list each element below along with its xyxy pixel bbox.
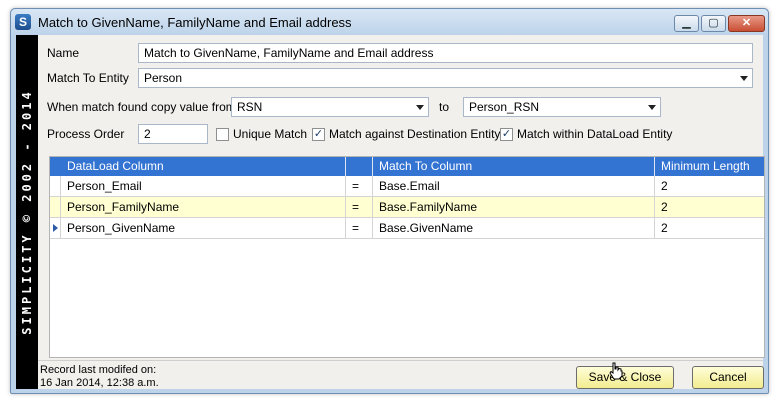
min-length-cell[interactable]: 2 — [655, 176, 764, 196]
minimize-button[interactable]: ▁ — [674, 15, 699, 32]
row-header[interactable] — [50, 218, 61, 238]
branding-sidebar: SIMPLICITY © 2002 - 2014 — [16, 35, 38, 389]
dialog-body: Name Match to GivenName, FamilyName and … — [38, 35, 765, 389]
save-close-button[interactable]: Save & Close — [576, 366, 674, 389]
process-order-label: Process Order — [47, 127, 125, 141]
entity-select-value: Person — [144, 71, 183, 85]
chevron-down-icon — [416, 105, 424, 110]
copy-from-value: RSN — [237, 100, 263, 114]
name-input[interactable]: Match to GivenName, FamilyName and Email… — [138, 43, 753, 63]
operator-cell[interactable]: = — [346, 176, 373, 196]
last-modified-value: 16 Jan 2014, 12:38 a.m. — [40, 377, 159, 389]
operator-cell[interactable]: = — [346, 218, 373, 238]
row-header[interactable] — [50, 197, 61, 217]
chevron-down-icon — [648, 105, 656, 110]
name-label: Name — [47, 46, 80, 60]
match-destination-checkbox[interactable]: ✓ — [312, 128, 325, 141]
table-row[interactable]: Person_Email = Base.Email 2 — [50, 176, 764, 197]
copy-from-select[interactable]: RSN — [231, 97, 429, 117]
dialog-window: S Match to GivenName, FamilyName and Ema… — [10, 8, 769, 394]
match-cell[interactable]: Base.Email — [373, 176, 655, 196]
current-row-pointer-icon — [53, 224, 58, 232]
unique-match-checkbox[interactable] — [216, 128, 229, 141]
entity-label: Match To Entity — [47, 71, 129, 85]
copy-to-select[interactable]: Person_RSN — [463, 97, 661, 117]
hand-cursor-icon — [609, 362, 623, 380]
app-icon: S — [15, 14, 31, 30]
close-button[interactable]: ✕ — [728, 15, 765, 32]
match-within-checkbox[interactable]: ✓ — [500, 128, 513, 141]
header-match-to-column[interactable]: Match To Column — [373, 157, 655, 176]
row-header[interactable] — [50, 176, 61, 196]
window-title: Match to GivenName, FamilyName and Email… — [38, 15, 352, 30]
copy-label: When match found copy value from — [47, 100, 236, 114]
match-destination-label: Match against Destination Entity — [329, 127, 501, 141]
grid-header: DataLoad Column Match To Column Minimum … — [50, 157, 764, 176]
header-minimum-length[interactable]: Minimum Length — [655, 157, 764, 176]
maximize-button[interactable]: ▢ — [701, 15, 726, 32]
title-bar[interactable]: S Match to GivenName, FamilyName and Ema… — [11, 9, 768, 35]
match-cell[interactable]: Base.GivenName — [373, 218, 655, 238]
table-row[interactable]: Person_GivenName = Base.GivenName 2 — [50, 218, 764, 239]
unique-match-label: Unique Match — [233, 127, 308, 141]
dataload-cell[interactable]: Person_GivenName — [61, 218, 346, 238]
min-length-cell[interactable]: 2 — [655, 218, 764, 238]
operator-cell[interactable]: = — [346, 197, 373, 217]
cancel-button[interactable]: Cancel — [692, 366, 764, 389]
min-length-cell[interactable]: 2 — [655, 197, 764, 217]
to-label: to — [439, 100, 450, 114]
last-modified-label: Record last modifed on: — [40, 364, 157, 376]
process-order-input[interactable]: 2 — [138, 124, 208, 144]
header-operator[interactable] — [346, 157, 373, 176]
table-row[interactable]: Person_FamilyName = Base.FamilyName 2 — [50, 197, 764, 218]
entity-select[interactable]: Person — [138, 68, 753, 88]
header-dataload-column[interactable]: DataLoad Column — [61, 157, 346, 176]
dataload-cell[interactable]: Person_Email — [61, 176, 346, 196]
chevron-down-icon — [740, 76, 748, 81]
copyright-text: SIMPLICITY © 2002 - 2014 — [20, 89, 34, 335]
copy-to-value: Person_RSN — [469, 100, 540, 114]
dataload-cell[interactable]: Person_FamilyName — [61, 197, 346, 217]
column-mapping-grid: DataLoad Column Match To Column Minimum … — [49, 156, 765, 358]
match-within-label: Match within DataLoad Entity — [517, 127, 673, 141]
match-cell[interactable]: Base.FamilyName — [373, 197, 655, 217]
